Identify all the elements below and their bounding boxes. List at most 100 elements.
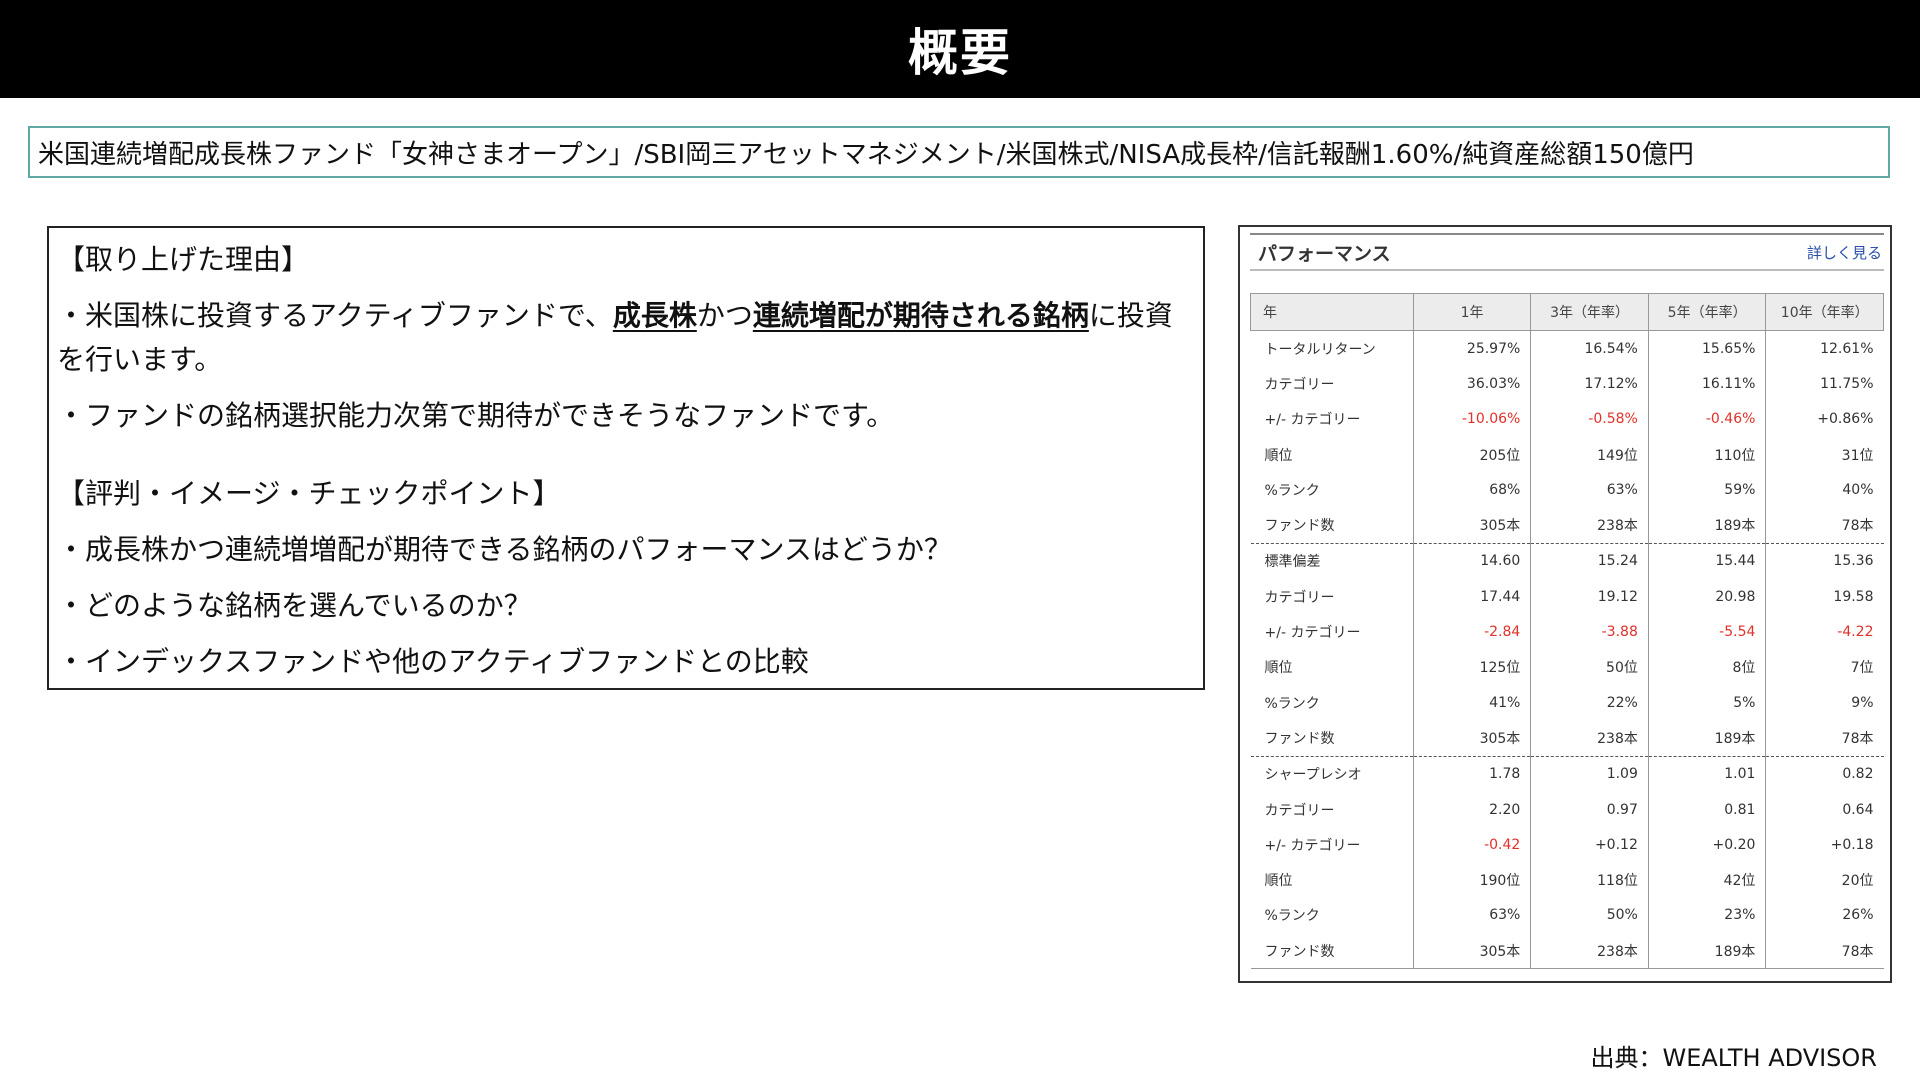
table-cell: 22% [1530,684,1649,721]
row-label: カテゴリー [1264,376,1335,393]
row-label: シャープレシオ [1250,755,1414,792]
table-cell: 1.78 [1412,755,1531,792]
table-cell: 7位 [1765,649,1884,685]
table-cell: 1.09 [1530,755,1649,792]
performance-title: パフォーマンス [1258,242,1391,265]
table-cell: 12.61% [1765,330,1884,367]
highlight-growth-stock: 成長株 [612,299,697,332]
table-cell: 305本 [1412,507,1531,544]
table-row: ファンド数 305本 238本 189本 78本 [1251,507,1884,544]
column-header: 10年（年率） [1765,293,1884,331]
checkpoint-2: ・どのような銘柄を選んでいるのか？ [57,589,532,622]
table-row: カテゴリー 36.03% 17.12% 16.11% 11.75% [1251,366,1884,402]
table-cell: 238本 [1530,507,1649,544]
table-cell: -0.46% [1647,401,1766,437]
table-row: %ランク 63% 50% 23% 26% [1251,897,1884,934]
table-cell: 20.98 [1647,579,1766,615]
table-cell: -0.42 [1412,827,1531,863]
performance-table: 年 1年 3年（年率） 5年（年率） 10年（年率） トータルリターン 25.97… [1250,293,1884,970]
reasons-box: 【取り上げた理由】 ・米国株に投資するアクティブファンドで、成長株かつ連続増配が… [47,226,1205,690]
row-label: +/- カテゴリー [1264,625,1361,642]
table-cell: 189本 [1647,720,1766,757]
table-cell: 110位 [1647,436,1766,473]
table-cell: 19.58 [1765,579,1884,615]
table-cell: 20位 [1765,862,1884,898]
table-cell: 15.65% [1647,330,1766,367]
table-cell: 118位 [1530,862,1649,898]
table-cell: 149位 [1530,436,1649,473]
table-row: カテゴリー 2.20 0.97 0.81 0.64 [1251,791,1884,828]
table-cell: 125位 [1412,649,1531,685]
column-header: 1年 [1412,293,1532,331]
table-cell: 31位 [1765,436,1884,473]
row-label: %ランク [1264,695,1320,712]
reason-text: ・米国株に投資するアクティブファンドで、 [57,299,613,332]
table-cell: 190位 [1412,862,1531,898]
table-cell: 78本 [1765,720,1884,757]
table-cell: -2.84 [1412,614,1531,650]
table-cell: 17.12% [1530,366,1649,402]
table-row: トータルリターン 25.97% 16.54% 15.65% 12.61% [1251,330,1884,367]
row-label: +/- カテゴリー [1264,412,1361,429]
table-cell: 25.97% [1412,330,1531,367]
performance-header: パフォーマンス 詳しく見る [1250,233,1884,271]
table-row: 順位 125位 50位 8位 7位 [1251,649,1884,685]
table-cell: 0.81 [1647,791,1766,828]
row-label: %ランク [1264,908,1320,925]
table-cell: 8位 [1647,649,1766,685]
column-header: 3年（年率） [1530,293,1649,331]
table-cell: 16.11% [1647,366,1766,402]
reasons-heading: 【取り上げた理由】 [57,243,310,276]
table-cell: 2.20 [1412,791,1531,828]
table-cell: 189本 [1647,933,1766,970]
row-label: 標準偏差 [1250,542,1414,580]
table-cell: 36.03% [1412,366,1531,402]
row-label: ファンド数 [1250,933,1414,970]
table-cell: 23% [1647,897,1766,934]
table-cell: +0.18 [1765,827,1884,863]
table-cell: 63% [1530,472,1649,508]
column-header: 年 [1250,293,1414,331]
table-cell: 59% [1647,472,1766,508]
reason-point-1: ・米国株に投資するアクティブファンドで、成長株かつ連続増配が期待される銘柄に投資… [57,294,1195,382]
row-label: カテゴリー [1264,589,1335,606]
table-cell: 50位 [1530,649,1649,685]
source-credit: 出典：WEALTH ADVISOR [1590,1044,1878,1072]
table-cell: 205位 [1412,436,1531,473]
row-label: %ランク [1264,482,1320,499]
row-label: 順位 [1264,660,1293,677]
table-cell: 0.97 [1530,791,1649,828]
table-row: ファンド数 305本 238本 189本 78本 [1251,720,1884,757]
table-cell: 9% [1765,684,1884,721]
table-cell: 78本 [1765,507,1884,544]
table-cell: 14.60 [1412,542,1531,580]
column-header: 5年（年率） [1647,293,1767,331]
table-cell: 19.12 [1530,579,1649,615]
table-cell: 42位 [1647,862,1766,898]
more-details-link[interactable]: 詳しく見る [1807,242,1882,263]
checkpoint-1: ・成長株かつ連続増増配が期待できる銘柄のパフォーマンスはどうか？ [57,533,952,566]
table-cell: +0.86% [1765,401,1884,437]
table-cell: 78本 [1765,933,1884,970]
table-cell: 17.44 [1412,579,1531,615]
table-cell: 15.44 [1647,542,1766,580]
fund-summary: 米国連続増配成長株ファンド「女神さまオープン」/SBI岡三アセットマネジメント/… [28,126,1890,178]
table-row: %ランク 41% 22% 5% 9% [1251,684,1884,721]
checkpoint-heading: 【評判・イメージ・チェックポイント】 [57,477,561,510]
table-cell: 5% [1647,684,1766,721]
row-label: ファンド数 [1264,730,1335,747]
table-cell: 0.82 [1765,755,1884,792]
table-cell: 238本 [1530,720,1649,757]
checkpoint-3: ・インデックスファンドや他のアクティブファンドとの比較 [57,645,809,678]
table-row: 順位 190位 118位 42位 20位 [1251,862,1884,898]
performance-panel: パフォーマンス 詳しく見る 年 1年 3年（年率） 5年（年率） 10年（年率）… [1238,225,1892,983]
table-cell: 0.64 [1765,791,1884,828]
row-label: +/- カテゴリー [1264,837,1361,854]
table-row: シャープレシオ 1.78 1.09 1.01 0.82 [1250,755,1884,792]
table-cell: 1.01 [1647,755,1766,792]
row-label: 順位 [1264,447,1293,464]
table-row: ファンド数 305本 238本 189本 78本 [1250,933,1884,970]
reason-text: かつ [696,299,753,332]
table-cell: 68% [1412,472,1531,508]
table-cell: 50% [1530,897,1649,934]
